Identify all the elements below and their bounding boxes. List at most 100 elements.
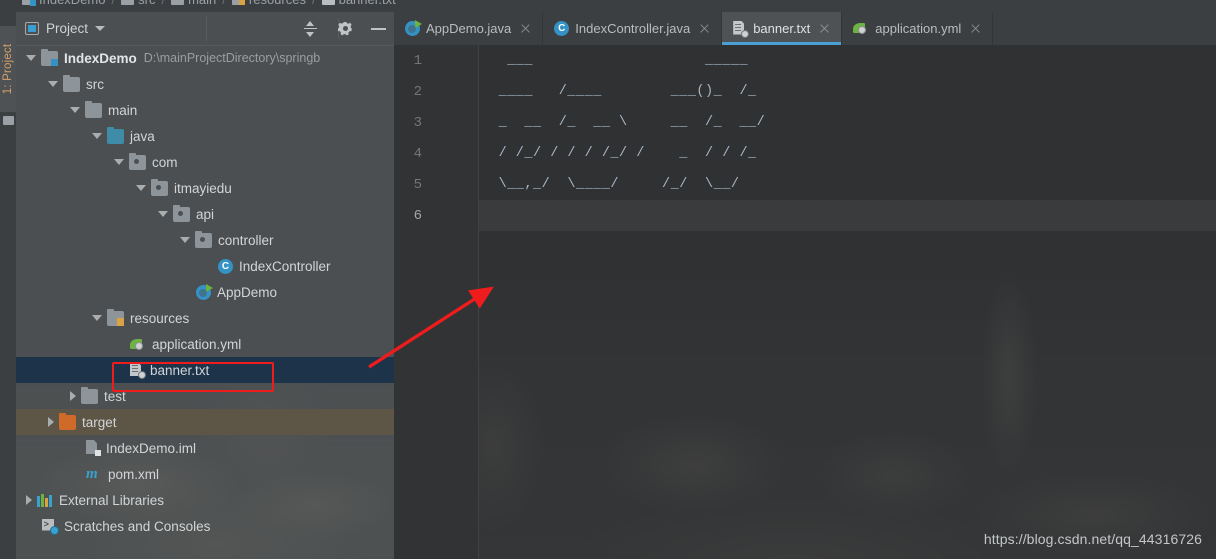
tree-item-label: controller [218,232,274,248]
tab-label: AppDemo.java [426,21,512,36]
tree-item-label: IndexDemo [64,50,137,66]
line-number: 1 [413,53,422,69]
tree-item-controller[interactable]: controller [16,227,394,253]
tree-item-resources[interactable]: resources [16,305,394,331]
chevron-right-icon[interactable] [48,417,54,427]
ide-window: IndexDemo/src/main/resources/banner.txt … [0,0,1216,559]
tree-item-label: main [108,102,138,118]
project-tool-tab-label: 1: Project [2,43,14,95]
tree-item-src[interactable]: src [16,71,394,97]
tree-item-label: application.yml [152,336,242,352]
tree-item-external-libraries[interactable]: External Libraries [16,487,394,513]
chevron-down-icon[interactable] [26,55,36,61]
breadcrumb-separator: / [111,0,115,7]
caret-line-highlight [394,200,1216,231]
text-file-icon [130,362,146,379]
breadcrumb-item-label: IndexDemo [39,0,105,7]
package-icon [151,178,168,196]
tree-item-itmayiedu[interactable]: itmayiedu [16,175,394,201]
tab-label: banner.txt [753,21,811,36]
project-tree[interactable]: IndexDemo D:\mainProjectDirectory\springb… [16,45,394,559]
breadcrumb: IndexDemo / src / main / resources / banner.txt [0,0,1216,12]
breadcrumb-item[interactable]: IndexDemo [22,0,105,7]
tree-item-label: pom.xml [108,466,160,482]
breadcrumb-separator: / [222,0,226,7]
tab-appdemo-java[interactable]: AppDemo.java [394,12,544,45]
folder-icon [121,0,135,5]
chevron-down-icon[interactable] [92,133,102,139]
tab-label: application.yml [875,21,962,36]
editor-tab-bar[interactable]: AppDemo.java C IndexController.java banner.… [394,12,1216,45]
spring-yaml-icon [130,337,146,352]
chevron-down-icon[interactable] [180,237,190,243]
tree-item-api[interactable]: api [16,201,394,227]
tree-item-scratches-and-consoles[interactable]: > Scratches and Consoles [16,513,394,539]
breadcrumb-item-label: main [188,0,216,7]
project-view-icon [25,22,39,35]
chevron-down-icon[interactable] [95,26,106,31]
tree-item-appdemo[interactable]: AppDemo [16,279,394,305]
close-icon[interactable] [970,23,981,34]
breadcrumb-item[interactable]: main [171,0,216,7]
line-number: 5 [413,177,422,193]
breadcrumb-item-label: banner.txt [339,0,396,7]
tree-item-indexcontroller[interactable]: C IndexController [16,253,394,279]
collapse-all-icon[interactable] [302,20,319,37]
resources-folder-icon [231,0,245,5]
minimize-icon[interactable] [371,27,386,30]
tree-item-label: com [152,154,178,170]
tree-item-java[interactable]: java [16,123,394,149]
libraries-icon [37,493,53,507]
tree-item-label: api [196,206,215,222]
java-class-icon: C [218,258,233,274]
tree-item-application-yml[interactable]: application.yml [16,331,394,357]
line-number-gutter: 1 2 3 4 5 6 [394,45,479,559]
folder-icon [81,386,98,404]
close-icon[interactable] [520,23,531,34]
tree-item-label: IndexDemo.iml [106,440,197,456]
java-class-icon: C [554,21,570,36]
scratches-icon: > [42,519,59,535]
chevron-down-icon[interactable] [92,315,102,321]
close-icon[interactable] [699,23,710,34]
tree-item-label: banner.txt [150,362,210,378]
tree-item-indexdemo[interactable]: IndexDemo D:\mainProjectDirectory\springb [16,45,394,71]
tree-item-label: AppDemo [217,284,278,300]
gear-icon[interactable] [337,21,353,37]
tab-label: IndexController.java [575,21,691,36]
breadcrumb-item[interactable]: src [121,0,155,7]
tree-item-banner-txt[interactable]: banner.txt [16,357,394,383]
sidebar-item-project-tab[interactable]: 1: Project [0,26,16,112]
tab-indexcontroller-java[interactable]: C IndexController.java [543,12,723,45]
breadcrumb-item[interactable]: resources [231,0,306,7]
chevron-right-icon[interactable] [26,495,32,505]
chevron-down-icon[interactable] [48,81,58,87]
tree-item-label: IndexController [239,258,331,274]
module-folder-icon [41,48,58,66]
line-number: 2 [413,84,422,100]
tab-application-yml[interactable]: application.yml [842,12,994,45]
chevron-down-icon[interactable] [70,107,80,113]
chevron-down-icon[interactable] [158,211,168,217]
tree-item-label: itmayiedu [174,180,232,196]
editor-body[interactable]: 1 2 3 4 5 6 ___ _____ ____ /____ ___()_ /_ _ … [394,45,1216,559]
tree-item-target[interactable]: target [16,409,394,435]
breadcrumb-item[interactable]: banner.txt [321,0,396,7]
chevron-down-icon[interactable] [136,185,146,191]
editor-text-content[interactable]: ___ _____ ____ /____ ___()_ /_ _ __ /_ _… [490,45,774,200]
package-icon [195,230,212,248]
tab-banner-txt[interactable]: banner.txt [722,12,843,45]
tree-item-pom-xml[interactable]: m pom.xml [16,461,394,487]
line-number: 3 [413,115,422,131]
excluded-folder-icon [59,412,76,430]
close-icon[interactable] [819,23,830,34]
breadcrumb-separator: / [312,0,316,7]
tree-item-com[interactable]: com [16,149,394,175]
line-number: 4 [413,146,422,162]
tree-item-label: Scratches and Consoles [64,518,211,534]
chevron-down-icon[interactable] [114,159,124,165]
tree-item-main[interactable]: main [16,97,394,123]
chevron-right-icon[interactable] [70,391,76,401]
tree-item-test[interactable]: test [16,383,394,409]
tree-item-indexdemo-iml[interactable]: IndexDemo.iml [16,435,394,461]
